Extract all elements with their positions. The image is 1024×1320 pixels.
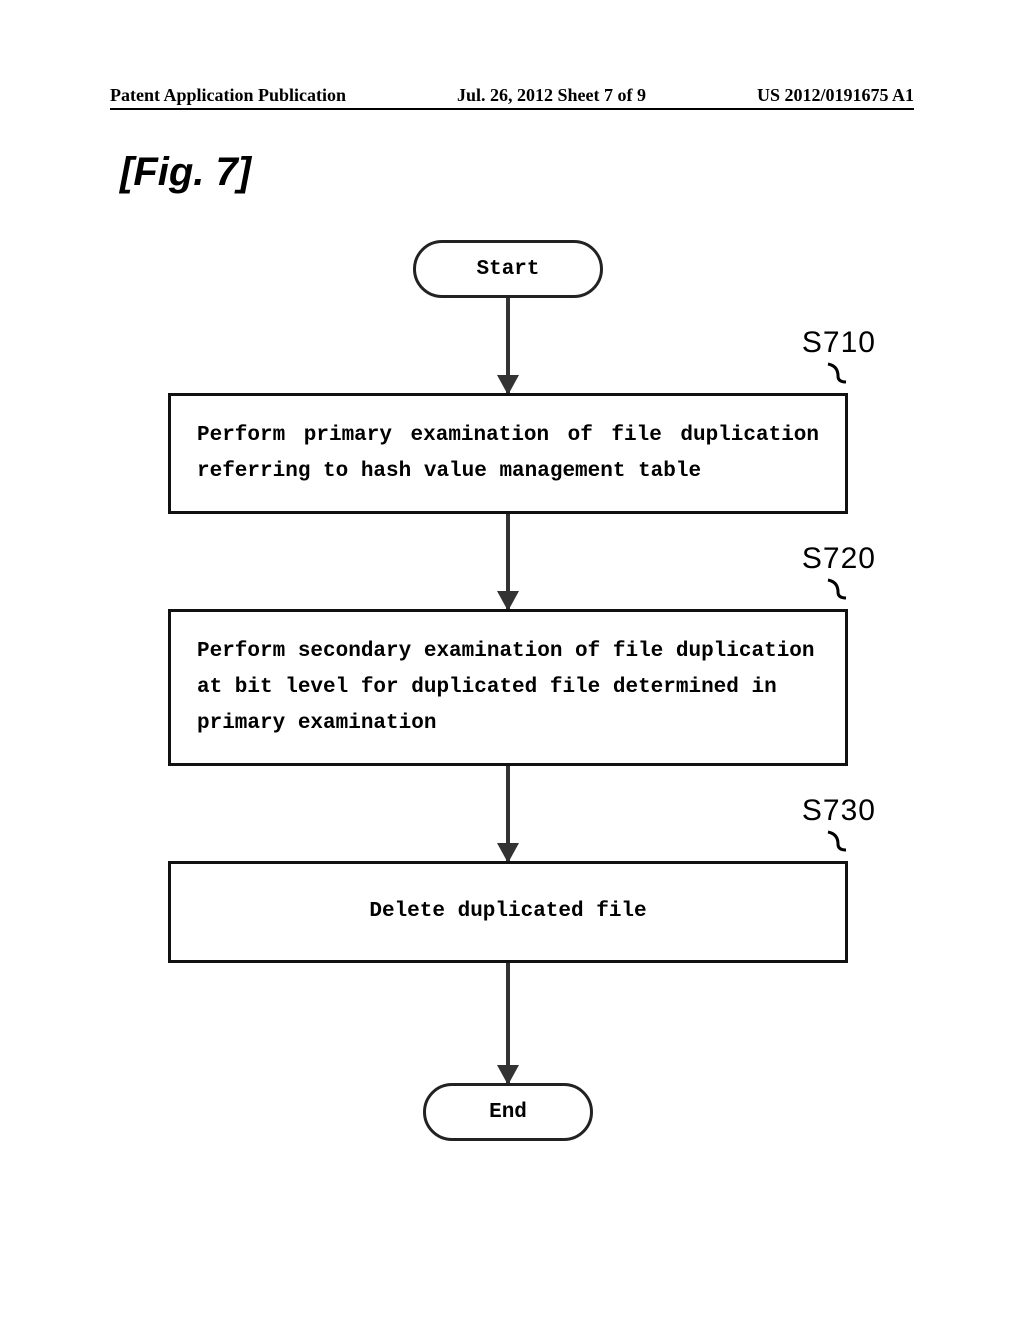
- step-text-s720: Perform secondary examination of file du…: [197, 640, 815, 734]
- flow-connector-4: [158, 963, 858, 1083]
- flow-connector-3: S730: [158, 766, 858, 861]
- flow-connector-1: S710: [158, 298, 858, 393]
- step-ref-s730: S730: [802, 794, 876, 828]
- step-text-s730: Delete duplicated file: [369, 900, 646, 923]
- figure-label: [Fig. 7]: [120, 150, 251, 195]
- header-right: US 2012/0191675 A1: [757, 85, 914, 106]
- flow-end-label: End: [489, 1101, 527, 1124]
- flow-start-terminal: Start: [413, 240, 603, 298]
- ref-hook-icon: [824, 828, 850, 854]
- flow-connector-2: S720: [158, 514, 858, 609]
- header-middle: Jul. 26, 2012 Sheet 7 of 9: [457, 85, 646, 106]
- flow-end-terminal: End: [423, 1083, 593, 1141]
- flow-step-s710: Perform primary examination of file dupl…: [168, 393, 848, 514]
- header-rule: [110, 108, 914, 110]
- flowchart: Start S710 Perform primary examination o…: [158, 240, 858, 1141]
- flow-step-s730: Delete duplicated file: [168, 861, 848, 963]
- step-ref-s710: S710: [802, 326, 876, 360]
- step-ref-s720: S720: [802, 542, 876, 576]
- header-left: Patent Application Publication: [110, 85, 346, 106]
- flow-step-s720: Perform secondary examination of file du…: [168, 609, 848, 766]
- flow-start-label: Start: [476, 258, 539, 281]
- page-header: Patent Application Publication Jul. 26, …: [0, 85, 1024, 106]
- ref-hook-icon: [824, 576, 850, 602]
- step-text-s710: Perform primary examination of file dupl…: [197, 424, 819, 483]
- ref-hook-icon: [824, 360, 850, 386]
